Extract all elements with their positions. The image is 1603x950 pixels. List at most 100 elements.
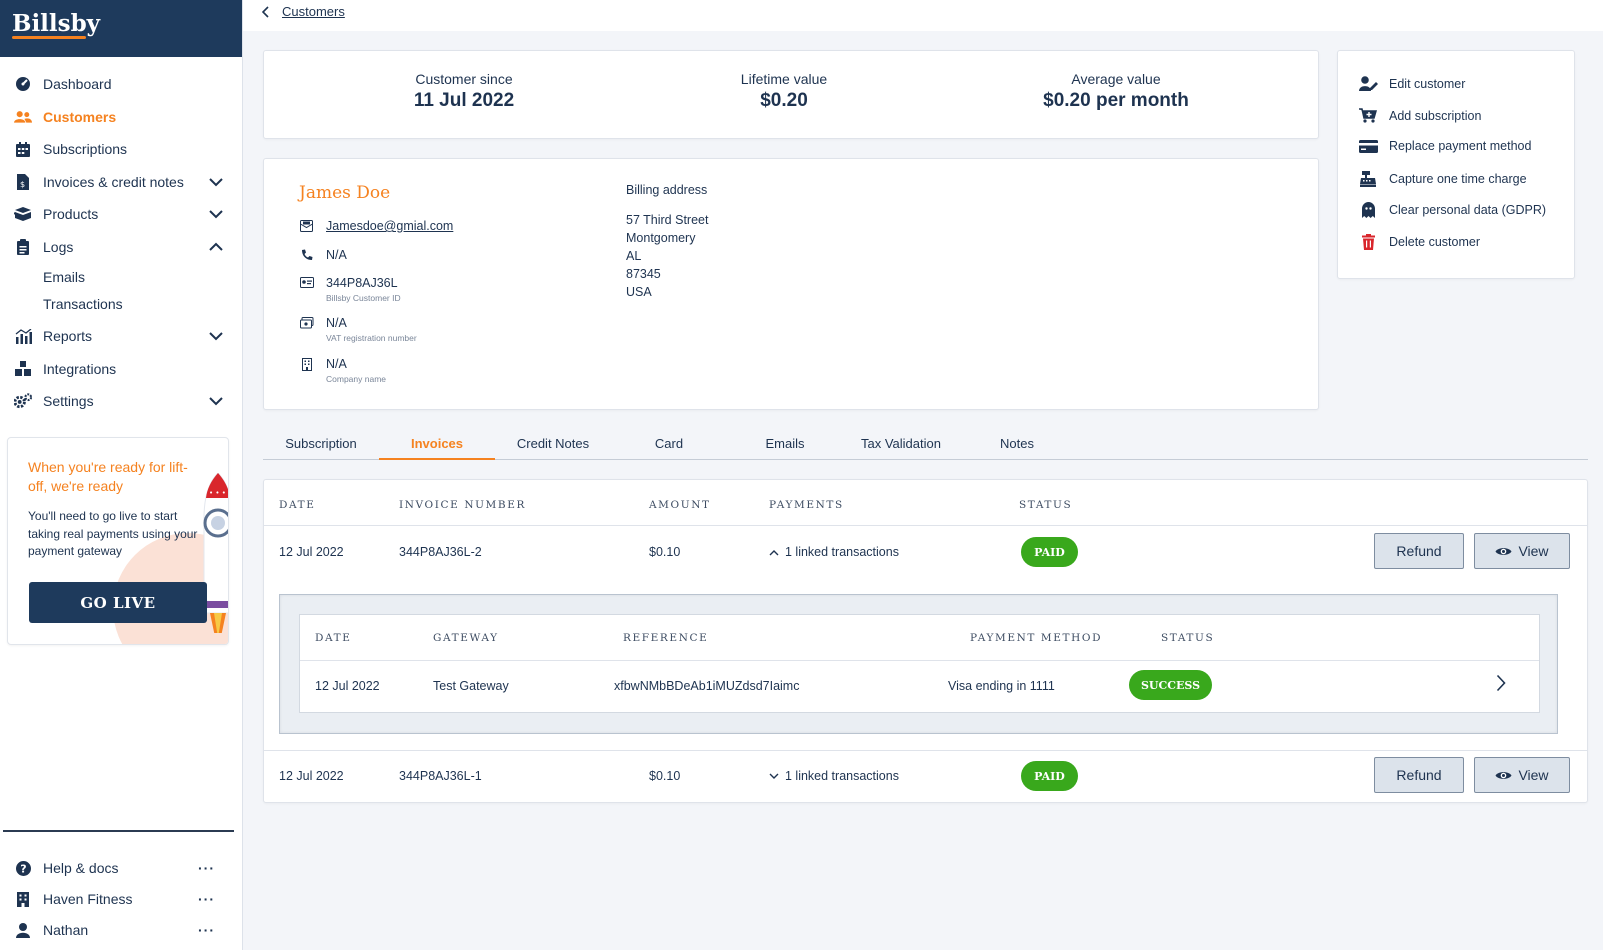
building-icon [14,890,32,908]
transaction-gateway: Test Gateway [433,679,509,693]
sidebar-subitem-transactions[interactable]: Transactions [0,290,242,317]
sidebar-item-customers[interactable]: Customers [0,101,242,134]
customer-email-link[interactable]: Jamesdoe@gmial.com [326,219,453,233]
customer-company: N/A [326,357,347,371]
promo-title: When you're ready for lift-off, we're re… [28,459,188,494]
column-header-amount: AMOUNT [649,499,711,511]
chevron-down-icon[interactable] [209,329,223,343]
sidebar-item-label: Integrations [43,360,117,377]
sidebar-item-label: Subscriptions [43,141,128,158]
action-label: Replace payment method [1389,139,1532,153]
column-header-gateway: GATEWAY [433,632,499,644]
tab-subscription[interactable]: Subscription [263,433,379,460]
column-header-status: STATUS [1019,499,1073,511]
invoice-date: 12 Jul 2022 [279,769,344,783]
trash-icon [1358,234,1378,250]
tab-credit-notes[interactable]: Credit Notes [495,433,611,460]
gears-icon [14,392,32,410]
sidebar-item-products[interactable]: Products [0,198,242,231]
footer-label: Haven Fitness [43,891,133,907]
cart-plus-icon [1358,108,1378,123]
more-options-icon[interactable]: ··· [198,922,215,938]
transaction-reference: xfbwNMbBDeAb1iMUZdsd7Iaimc [614,679,800,693]
action-label: Edit customer [1389,76,1466,91]
sidebar-item-integrations[interactable]: Integrations [0,353,242,386]
view-button[interactable]: View [1474,533,1570,569]
linked-transactions-label: 1 linked transactions [785,545,899,559]
svg-text:?: ? [20,862,26,875]
action-label: Delete customer [1389,235,1481,249]
chevron-down-icon[interactable] [209,207,223,221]
calendar-icon [14,140,32,158]
more-options-icon[interactable]: ··· [198,860,215,876]
cash-register-icon [1358,171,1378,187]
sidebar-subitem-emails[interactable]: Emails [0,263,242,290]
sidebar-footer-user[interactable]: Nathan ··· [0,915,243,945]
breadcrumb-customers-link[interactable]: Customers [282,4,345,19]
customer-company-row: N/A Company name [299,357,386,384]
money-icon [299,316,314,343]
sidebar-item-label: Customers [43,108,117,125]
chevron-down-icon[interactable] [209,394,223,408]
sidebar-item-logs[interactable]: Logs [0,231,242,264]
replace-payment-method-action[interactable]: Replace payment method [1358,139,1531,153]
chevron-left-icon[interactable] [262,5,270,18]
view-button[interactable]: View [1474,757,1570,793]
invoice-number: 344P8AJ36L-2 [399,545,482,559]
go-live-promo: • • • When you're ready for lift-off, we… [7,437,229,645]
transactions-table: DATE GATEWAY REFERENCE PAYMENT METHOD ST… [299,614,1540,713]
tab-card[interactable]: Card [611,433,727,460]
tab-tax-validation[interactable]: Tax Validation [843,433,959,460]
clear-personal-data-action[interactable]: Clear personal data (GDPR) [1358,202,1546,218]
chevron-down-icon[interactable] [209,175,223,189]
column-header-payment-method: PAYMENT METHOD [970,632,1103,644]
delete-customer-action[interactable]: Delete customer [1358,234,1480,250]
tab-invoices[interactable]: Invoices [379,433,495,460]
brand-logo[interactable]: Billsby [0,0,242,57]
more-options-icon[interactable]: ··· [198,891,215,907]
action-label: Add subscription [1389,108,1482,123]
sidebar-footer-help[interactable]: ? Help & docs ··· [0,853,243,883]
chevron-up-icon [769,549,779,555]
transaction-date: 12 Jul 2022 [315,679,380,693]
chevron-right-icon[interactable] [1496,674,1506,692]
sidebar-footer-company[interactable]: Haven Fitness ··· [0,884,243,914]
eye-icon [1495,547,1512,555]
sidebar-item-dashboard[interactable]: Dashboard [0,68,242,101]
stat-value: 11 Jul 2022 [413,90,515,111]
billing-address: Billing address 57 Third Street Montgome… [626,181,708,301]
refund-button[interactable]: Refund [1374,757,1464,793]
stat-label: Lifetime value [740,71,828,87]
sidebar-item-settings[interactable]: Settings [0,385,242,418]
billing-line: USA [626,285,652,299]
billing-line: 87345 [626,267,661,281]
chevron-up-icon[interactable] [209,240,223,254]
header-divider [300,660,1539,661]
billing-line: Montgomery [626,231,696,245]
invoice-date: 12 Jul 2022 [279,545,344,559]
transaction-payment-method: Visa ending in 1111 [948,679,1055,693]
chart-icon [14,327,32,345]
eye-icon [1495,771,1512,779]
edit-customer-action[interactable]: Edit customer [1358,76,1465,91]
sidebar-item-reports[interactable]: Reports [0,320,242,353]
sidebar-item-label: Logs [43,238,74,255]
stat-average-value: Average value $0.20 per month [996,71,1236,112]
tab-notes[interactable]: Notes [959,433,1075,460]
tab-emails[interactable]: Emails [727,433,843,460]
stat-label: Customer since [415,71,513,87]
invoice-icon: $ [14,173,32,191]
sidebar-item-subscriptions[interactable]: Subscriptions [0,133,242,166]
linked-transactions-toggle[interactable]: 1 linked transactions [769,545,899,559]
refund-button[interactable]: Refund [1374,533,1464,569]
invoice-amount: $0.10 [649,545,681,559]
linked-transactions-toggle[interactable]: 1 linked transactions [769,769,899,783]
building-icon [299,357,314,384]
customer-id-row: 344P8AJ36L Billsby Customer ID [299,276,401,303]
go-live-button[interactable]: GO LIVE [29,582,207,623]
chevron-down-icon [769,773,779,779]
sidebar-item-invoices[interactable]: $ Invoices & credit notes [0,166,242,199]
add-subscription-action[interactable]: Add subscription [1358,108,1481,123]
brand-underline [12,36,86,39]
capture-one-time-charge-action[interactable]: Capture one time charge [1358,171,1527,187]
